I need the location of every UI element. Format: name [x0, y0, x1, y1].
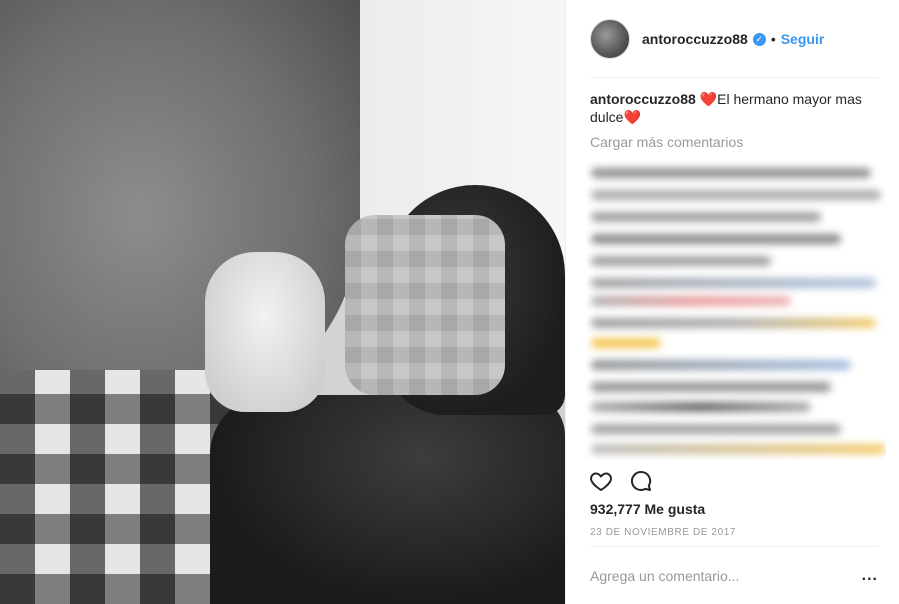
blurred-comment-line	[591, 234, 841, 244]
blurred-comment-line	[591, 338, 661, 348]
comment-input[interactable]	[590, 567, 840, 584]
blurred-comment-line	[591, 360, 851, 370]
blurred-comment-line	[591, 402, 811, 412]
post-date[interactable]: 23 DE NOVIEMBRE DE 2017	[590, 527, 736, 538]
blurred-comments-list	[586, 160, 886, 460]
verified-badge-icon: ✓	[752, 32, 766, 46]
post-photo[interactable]	[0, 0, 565, 604]
blurred-comment-line	[591, 168, 871, 178]
photo-pixelated-face	[345, 215, 505, 395]
photo-child-jacket	[210, 395, 565, 604]
post-side-panel: antoroccuzzo88 ✓ • Seguir antoroccuzzo88…	[565, 0, 899, 604]
comment-button[interactable]	[628, 468, 654, 494]
more-options-button[interactable]: ...	[862, 567, 878, 585]
caption-username[interactable]: antoroccuzzo88	[590, 91, 696, 107]
red-heart-emoji-icon: ❤️	[699, 91, 718, 107]
blurred-comment-line	[591, 296, 791, 306]
caption-text-line2: dulce	[590, 109, 624, 125]
blurred-comment-line	[591, 382, 831, 392]
red-heart-emoji-icon: ❤️	[623, 109, 641, 125]
blurred-comment-line	[591, 212, 821, 222]
add-comment-section: ...	[590, 546, 878, 604]
likes-count[interactable]: 932,777 Me gusta	[590, 501, 705, 517]
blurred-comment-line	[591, 318, 876, 328]
blurred-comment-line	[591, 256, 771, 266]
post-header: antoroccuzzo88 ✓ • Seguir	[566, 0, 899, 78]
separator-dot: •	[770, 31, 776, 47]
blurred-comment-line	[591, 424, 841, 434]
header-username[interactable]: antoroccuzzo88	[642, 31, 748, 47]
follow-button[interactable]: Seguir	[781, 31, 825, 47]
blurred-comment-line	[591, 278, 876, 288]
like-button[interactable]	[588, 468, 614, 494]
load-more-comments-link[interactable]: Cargar más comentarios	[590, 134, 743, 150]
post-actions	[588, 466, 654, 496]
heart-outline-icon	[590, 472, 612, 491]
blurred-comment-line	[591, 190, 881, 200]
post-caption: antoroccuzzo88 ❤️El hermano mayor mas du…	[590, 90, 880, 126]
header-divider	[590, 77, 878, 78]
comment-bubble-icon	[630, 470, 652, 491]
caption-text-line1: El hermano mayor mas	[717, 91, 862, 107]
blurred-comment-line	[591, 444, 886, 454]
photo-child-hand	[205, 252, 325, 412]
avatar[interactable]	[590, 19, 630, 59]
